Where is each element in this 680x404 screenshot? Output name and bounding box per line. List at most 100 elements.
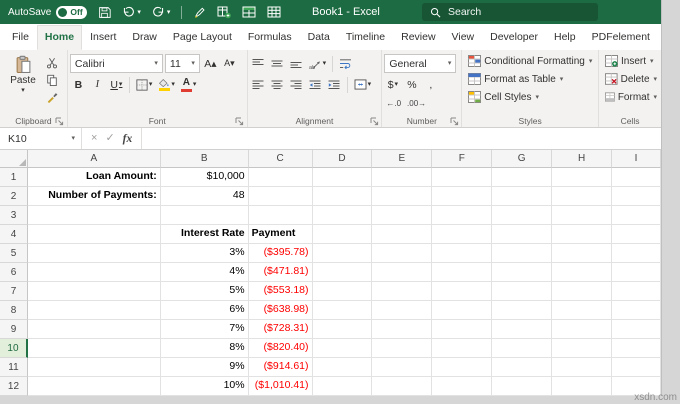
merge-center-button[interactable]: ▾ [352,75,374,94]
column-header-b[interactable]: B [161,150,249,168]
cell-E10[interactable] [372,339,432,358]
row-header-6[interactable]: 6 [0,263,28,282]
alignment-dialog-launcher[interactable] [369,116,379,126]
cell-F8[interactable] [432,301,492,320]
cell-G1[interactable] [492,168,552,187]
bold-button[interactable]: B [70,75,87,94]
table-button[interactable] [242,5,256,19]
cell-D4[interactable] [313,225,373,244]
cell-I2[interactable] [612,187,661,206]
cell-H3[interactable] [552,206,612,225]
cell-F3[interactable] [432,206,492,225]
row-header-10[interactable]: 10 [0,339,28,358]
cell-B1[interactable]: $10,000 [161,168,249,187]
save-button[interactable] [98,6,111,19]
cell-F7[interactable] [432,282,492,301]
cell-A12[interactable] [28,377,161,396]
cell-G4[interactable] [492,225,552,244]
cell-C6[interactable]: ($471.81) [249,263,313,282]
cell-F12[interactable] [432,377,492,396]
cell-B5[interactable]: 3% [161,244,249,263]
cell-H5[interactable] [552,244,612,263]
cell-B10[interactable]: 8% [161,339,249,358]
cell-styles-button[interactable]: Cell Styles▾ [464,88,596,106]
cell-B7[interactable]: 5% [161,282,249,301]
insert-cells-button[interactable]: Insert▾ [601,52,659,70]
column-header-f[interactable]: F [432,150,492,168]
cell-I8[interactable] [612,301,661,320]
cell-F9[interactable] [432,320,492,339]
cell-D7[interactable] [313,282,373,301]
increase-indent-button[interactable] [326,75,343,94]
row-header-12[interactable]: 12 [0,377,28,396]
cell-G9[interactable] [492,320,552,339]
tab-help[interactable]: Help [546,25,584,50]
column-header-i[interactable]: I [612,150,661,168]
cell-I4[interactable] [612,225,661,244]
cell-B4[interactable]: Interest Rate [161,225,249,244]
cell-I5[interactable] [612,244,661,263]
cell-E11[interactable] [372,358,432,377]
cell-I11[interactable] [612,358,661,377]
name-box[interactable]: K10 ▾ [0,128,82,149]
column-header-a[interactable]: A [28,150,161,168]
font-name-combo[interactable]: Calibri ▾ [70,54,163,73]
increase-decimal-button[interactable]: ←.0 [384,96,403,111]
cell-F11[interactable] [432,358,492,377]
conditional-formatting-button[interactable]: Conditional Formatting▾ [464,52,596,70]
font-color-button[interactable]: A ▾ [179,75,199,94]
cell-G8[interactable] [492,301,552,320]
cell-D9[interactable] [313,320,373,339]
cell-I7[interactable] [612,282,661,301]
insert-function-icon[interactable]: fx [123,133,133,145]
formula-input[interactable] [142,128,661,149]
cell-C3[interactable] [249,206,313,225]
row-header-1[interactable]: 1 [0,168,28,187]
cell-D1[interactable] [313,168,373,187]
cell-G7[interactable] [492,282,552,301]
cell-F5[interactable] [432,244,492,263]
undo-dropdown-icon[interactable]: ▾ [137,9,141,16]
cancel-icon[interactable]: × [91,133,97,144]
cell-H11[interactable] [552,358,612,377]
sheet-grid-button[interactable] [267,5,281,19]
cell-I6[interactable] [612,263,661,282]
align-right-button[interactable] [288,75,305,94]
column-header-c[interactable]: C [249,150,313,168]
cell-A2[interactable]: Number of Payments: [28,187,161,206]
decrease-font-button[interactable]: A▾ [221,54,238,73]
cell-D12[interactable] [313,377,373,396]
cell-I1[interactable] [612,168,661,187]
row-header-7[interactable]: 7 [0,282,28,301]
tab-home[interactable]: Home [37,25,82,50]
number-dialog-launcher[interactable] [449,116,459,126]
enter-icon[interactable]: ✓ [105,133,114,144]
comma-style-button[interactable]: , [422,75,439,94]
cell-A5[interactable] [28,244,161,263]
align-bottom-button[interactable] [288,54,305,73]
row-header-2[interactable]: 2 [0,187,28,206]
cell-H10[interactable] [552,339,612,358]
align-left-button[interactable] [250,75,267,94]
redo-button[interactable]: ▾ [152,6,171,19]
align-top-button[interactable] [250,54,267,73]
row-header-11[interactable]: 11 [0,358,28,377]
cell-D10[interactable] [313,339,373,358]
format-painter-button[interactable] [44,88,61,105]
cell-B12[interactable]: 10% [161,377,249,396]
fill-color-button[interactable]: ▾ [156,75,177,94]
cell-E3[interactable] [372,206,432,225]
cell-D5[interactable] [313,244,373,263]
cell-F10[interactable] [432,339,492,358]
cell-G3[interactable] [492,206,552,225]
cell-D11[interactable] [313,358,373,377]
cell-B9[interactable]: 7% [161,320,249,339]
autosave-switch[interactable]: Off [56,6,87,19]
font-dialog-launcher[interactable] [235,116,245,126]
cell-H7[interactable] [552,282,612,301]
cell-H2[interactable] [552,187,612,206]
column-header-d[interactable]: D [313,150,373,168]
cell-A7[interactable] [28,282,161,301]
tab-view[interactable]: View [444,25,483,50]
search-box[interactable]: Search [422,3,598,21]
